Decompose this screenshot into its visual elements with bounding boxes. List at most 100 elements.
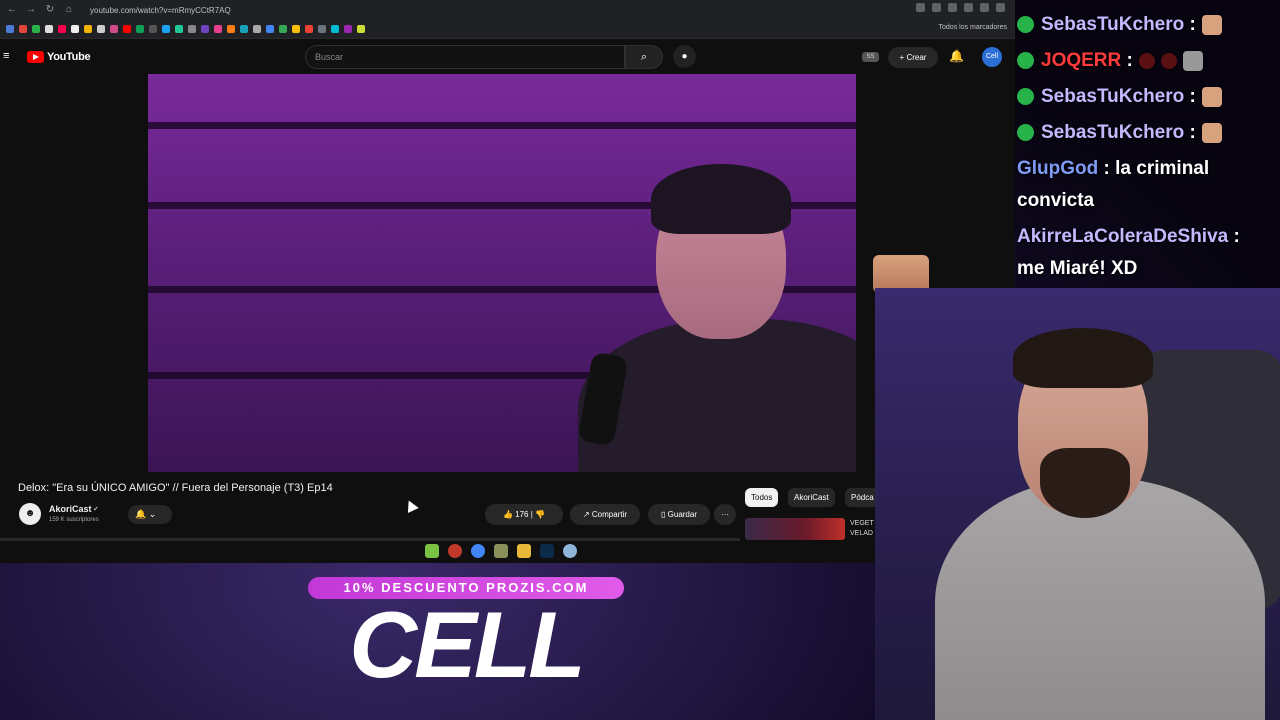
chat-separator: : — [1098, 158, 1110, 179]
youtube-play-icon — [27, 51, 44, 63]
bookmark-icon[interactable] — [71, 25, 79, 33]
chip-todos[interactable]: Todos — [745, 488, 779, 507]
thumbs-up-icon: 👍 — [502, 510, 513, 519]
bookmark-icon[interactable] — [32, 25, 40, 33]
share-label: Compartir — [591, 510, 628, 519]
like-button[interactable]: 👍 176 — [503, 510, 529, 519]
search-input[interactable]: Buscar — [305, 45, 625, 69]
bookmark-icon[interactable] — [305, 25, 313, 33]
share-button[interactable]: ↗ Compartir — [570, 504, 640, 525]
bookmark-icon[interactable] — [19, 25, 27, 33]
ss-badge[interactable]: SS — [862, 52, 879, 62]
bookmark-icon[interactable] — [97, 25, 105, 33]
streamer-hair — [1013, 328, 1153, 388]
extensions-area — [916, 3, 1005, 12]
bookmark-icon[interactable] — [110, 25, 118, 33]
create-button[interactable]: + Crear — [888, 47, 938, 68]
subscription-bell-button[interactable]: 🔔 ⌄ — [128, 505, 172, 524]
folder-icon[interactable] — [517, 544, 531, 558]
app-icon[interactable] — [494, 544, 508, 558]
bookmark-icon[interactable] — [331, 25, 339, 33]
video-player[interactable] — [148, 74, 856, 472]
address-bar[interactable]: youtube.com/watch?v=mRmyCCtR7AQ — [90, 6, 231, 15]
bookmark-icon[interactable] — [6, 25, 14, 33]
all-bookmarks-folder[interactable]: Todos los marcadores — [939, 24, 1007, 31]
bookmark-icon[interactable] — [188, 25, 196, 33]
description-divider — [0, 538, 740, 541]
app-icon[interactable] — [425, 544, 439, 558]
chat-text: convicta — [1017, 190, 1095, 211]
bookmark-icon[interactable] — [292, 25, 300, 33]
chip-akoricast[interactable]: AkoriCast — [788, 488, 835, 507]
back-arrow-icon[interactable]: ← — [5, 3, 19, 17]
search-icon: ⌕ — [640, 51, 648, 63]
bookmark-icon[interactable] — [344, 25, 352, 33]
bookmark-icon[interactable] — [253, 25, 261, 33]
bookmark-icon[interactable] — [84, 25, 92, 33]
bookmark-icon[interactable] — [175, 25, 183, 33]
chat-username: SebasTuKchero — [1041, 122, 1185, 143]
bookmark-icon[interactable] — [149, 25, 157, 33]
bookmarks-bar: Todos los marcadores — [0, 20, 1015, 39]
bookmark-icon[interactable] — [266, 25, 274, 33]
forward-arrow-icon[interactable]: → — [24, 3, 38, 17]
more-actions-button[interactable]: ··· — [714, 504, 736, 525]
emote-icon — [1201, 14, 1222, 35]
youtube-logo[interactable]: YouTube — [27, 51, 91, 63]
save-label: Guardar — [667, 510, 697, 519]
reload-icon[interactable]: ↻ — [43, 3, 57, 17]
like-count: 176 — [515, 510, 529, 519]
chat-text: la criminal — [1109, 158, 1210, 179]
bookmark-icon[interactable] — [279, 25, 287, 33]
streamer-webcam — [875, 288, 1280, 720]
app-icon[interactable] — [448, 544, 462, 558]
puzzle-icon[interactable] — [980, 3, 989, 12]
dislike-button[interactable]: | 👎 — [531, 510, 545, 519]
chat-text: me Miaré! XD — [1017, 258, 1138, 279]
search-button[interactable]: ⌕ — [625, 45, 663, 69]
bookmark-icon[interactable] — [201, 25, 209, 33]
bookmark-icon[interactable] — [162, 25, 170, 33]
home-icon[interactable]: ⌂ — [62, 3, 76, 17]
bookmark-icon[interactable] — [318, 25, 326, 33]
emote-icon — [1182, 50, 1203, 71]
stream-chat: SebasTuKchero : JOQERR : SebasTuKchero :… — [1015, 0, 1280, 285]
hamburger-menu-icon[interactable]: ≡ — [3, 51, 13, 62]
chat-badge-icon — [1017, 88, 1034, 106]
chat-message: AkirreLaColeraDeShiva : — [1017, 226, 1240, 248]
bookmark-icon[interactable] — [227, 25, 235, 33]
extension-icon[interactable] — [916, 3, 925, 12]
browser-window: ← → ↻ ⌂ youtube.com/watch?v=mRmyCCtR7AQ — [0, 0, 1015, 563]
chat-badge-icon — [1017, 16, 1034, 34]
chat-separator: : — [1184, 86, 1196, 107]
recommended-video-thumbnail[interactable] — [745, 518, 845, 540]
bookmark-icon[interactable] — [240, 25, 248, 33]
chat-separator: : — [1121, 50, 1133, 71]
notifications-bell-icon[interactable]: 🔔 — [949, 49, 964, 63]
photoshop-icon[interactable] — [540, 544, 554, 558]
youtube-logo-text: YouTube — [47, 51, 91, 63]
chat-badge-icon — [1017, 124, 1034, 142]
extension-icon[interactable] — [964, 3, 973, 12]
zoom-icon[interactable] — [932, 3, 941, 12]
bookmark-icon[interactable] — [45, 25, 53, 33]
account-avatar[interactable]: Cell — [982, 47, 1002, 67]
bookmark-icon[interactable] — [123, 25, 131, 33]
bookmark-icon[interactable] — [136, 25, 144, 33]
chat-username: GlupGod — [1017, 158, 1099, 179]
youtube-header: ≡ YouTube Buscar ⌕ ● SS + Crear 🔔 Cell — [0, 40, 1015, 74]
profile-icon[interactable] — [996, 3, 1005, 12]
channel-name[interactable]: AkoriCast — [49, 504, 92, 514]
bookmark-icon[interactable] — [214, 25, 222, 33]
chat-message: SebasTuKchero : — [1017, 122, 1222, 144]
bookmark-icon[interactable] — [58, 25, 66, 33]
stream-layout: ← → ↻ ⌂ youtube.com/watch?v=mRmyCCtR7AQ — [0, 0, 1280, 720]
voice-search-button[interactable]: ● — [673, 45, 696, 68]
save-button[interactable]: ▯ Guardar — [648, 504, 710, 525]
app-icon[interactable] — [563, 544, 577, 558]
chrome-icon[interactable] — [471, 544, 485, 558]
bookmark-icon[interactable] — [357, 25, 365, 33]
channel-avatar[interactable]: ☻ — [19, 503, 41, 525]
star-icon[interactable] — [948, 3, 957, 12]
chevron-down-icon: ⌄ — [148, 509, 157, 519]
